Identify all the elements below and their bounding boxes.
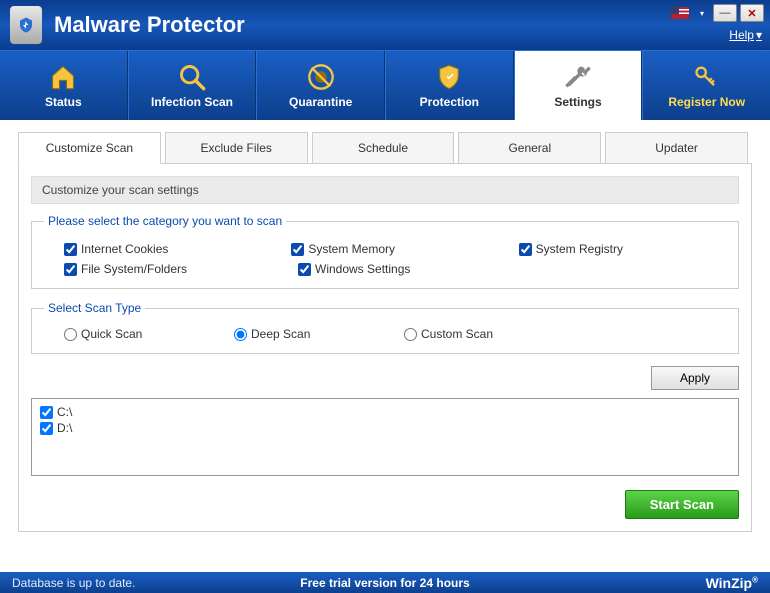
- minimize-button[interactable]: —: [713, 4, 737, 22]
- subtab-schedule[interactable]: Schedule: [312, 132, 455, 163]
- app-logo-icon: [10, 6, 42, 44]
- check-system-memory[interactable]: System Memory: [271, 242, 498, 256]
- keys-icon: [693, 63, 721, 91]
- check-internet-cookies[interactable]: Internet Cookies: [44, 242, 271, 256]
- scantype-legend: Select Scan Type: [44, 301, 145, 315]
- nav-label: Register Now: [668, 95, 745, 109]
- close-button[interactable]: ✕: [740, 4, 764, 22]
- drive-c[interactable]: C:\: [40, 405, 730, 419]
- nav-label: Settings: [554, 95, 601, 109]
- checkbox[interactable]: [291, 243, 304, 256]
- nav-label: Status: [45, 95, 82, 109]
- radio[interactable]: [404, 328, 417, 341]
- magnifier-icon: [178, 63, 206, 91]
- chevron-down-icon: ▾: [756, 28, 762, 42]
- radio[interactable]: [234, 328, 247, 341]
- radio-deep-scan[interactable]: Deep Scan: [214, 327, 384, 341]
- checkbox[interactable]: [64, 263, 77, 276]
- subtab-customize-scan[interactable]: Customize Scan: [18, 132, 161, 164]
- help-label: Help: [729, 28, 754, 42]
- settings-panel: Customize your scan settings Please sele…: [18, 163, 752, 532]
- main-navbar: Status Infection Scan Quarantine Protect…: [0, 50, 770, 120]
- app-title: Malware Protector: [54, 12, 245, 38]
- category-fieldset: Please select the category you want to s…: [31, 214, 739, 289]
- checkbox[interactable]: [40, 406, 53, 419]
- nav-label: Quarantine: [289, 95, 352, 109]
- subtab-general[interactable]: General: [458, 132, 601, 163]
- nav-quarantine[interactable]: Quarantine: [256, 51, 385, 120]
- titlebar: Malware Protector ▾ — ✕ Help ▾: [0, 0, 770, 50]
- shield-icon: [435, 63, 463, 91]
- radio[interactable]: [64, 328, 77, 341]
- content-area: Customize Scan Exclude Files Schedule Ge…: [0, 120, 770, 572]
- tools-icon: [564, 63, 592, 91]
- nav-label: Protection: [420, 95, 479, 109]
- checkbox[interactable]: [519, 243, 532, 256]
- radio-quick-scan[interactable]: Quick Scan: [44, 327, 214, 341]
- section-header: Customize your scan settings: [31, 176, 739, 204]
- apply-button[interactable]: Apply: [651, 366, 739, 390]
- nav-register[interactable]: Register Now: [642, 51, 770, 120]
- checkbox[interactable]: [64, 243, 77, 256]
- subtab-updater[interactable]: Updater: [605, 132, 748, 163]
- check-system-registry[interactable]: System Registry: [499, 242, 726, 256]
- category-legend: Please select the category you want to s…: [44, 214, 286, 228]
- statusbar: Database is up to date. Free trial versi…: [0, 572, 770, 593]
- status-text: Database is up to date.: [12, 576, 135, 590]
- check-file-system[interactable]: File System/Folders: [44, 262, 278, 276]
- check-windows-settings[interactable]: Windows Settings: [278, 262, 512, 276]
- checkbox[interactable]: [40, 422, 53, 435]
- language-flag-icon[interactable]: [671, 7, 689, 19]
- nav-status[interactable]: Status: [0, 51, 128, 120]
- drive-d[interactable]: D:\: [40, 421, 730, 435]
- checkbox[interactable]: [298, 263, 311, 276]
- nav-infection-scan[interactable]: Infection Scan: [128, 51, 257, 120]
- nav-protection[interactable]: Protection: [385, 51, 514, 120]
- settings-subtabs: Customize Scan Exclude Files Schedule Ge…: [18, 132, 752, 163]
- window-controls: ▾ — ✕: [671, 4, 764, 22]
- start-scan-button[interactable]: Start Scan: [625, 490, 739, 519]
- quarantine-icon: [307, 63, 335, 91]
- trial-text: Free trial version for 24 hours: [300, 576, 469, 590]
- subtab-exclude-files[interactable]: Exclude Files: [165, 132, 308, 163]
- home-icon: [49, 63, 77, 91]
- language-dropdown-arrow[interactable]: ▾: [700, 9, 704, 18]
- brand-label: WinZip®: [706, 575, 758, 591]
- nav-settings[interactable]: Settings: [514, 51, 643, 120]
- nav-label: Infection Scan: [151, 95, 233, 109]
- drives-list: C:\ D:\: [31, 398, 739, 476]
- scantype-fieldset: Select Scan Type Quick Scan Deep Scan Cu…: [31, 301, 739, 354]
- help-link[interactable]: Help ▾: [729, 28, 762, 42]
- radio-custom-scan[interactable]: Custom Scan: [384, 327, 554, 341]
